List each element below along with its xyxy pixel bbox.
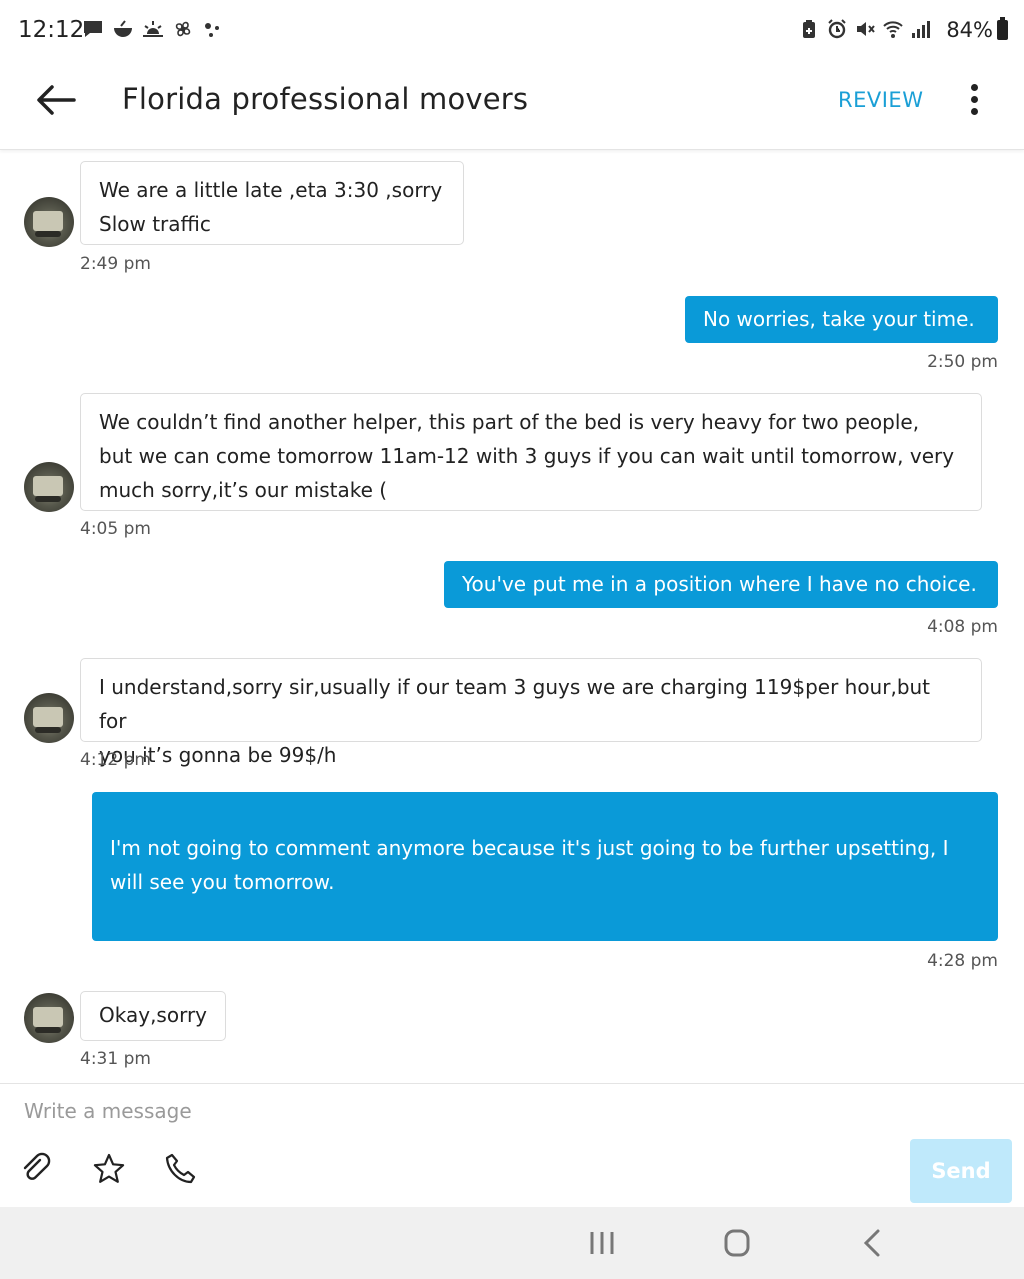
message-line: much sorry,it’s our mistake ( [99, 478, 388, 502]
back-button[interactable] [34, 82, 78, 118]
message-list[interactable]: We are a little late ,eta 3:30 ,sorry Sl… [0, 150, 1024, 1082]
message-timestamp: 2:49 pm [80, 254, 151, 274]
message-timestamp: 4:08 pm [927, 617, 998, 637]
message-timestamp: 4:05 pm [80, 519, 151, 539]
message-line: I understand,sorry sir,usually if our te… [99, 675, 931, 733]
sunrise-icon [142, 18, 164, 40]
app-bar: Florida professional movers REVIEW [0, 64, 1024, 150]
fan-icon [172, 18, 194, 40]
message-timestamp: 4:28 pm [927, 951, 998, 971]
message-input[interactable] [24, 1094, 884, 1128]
message-bubble-incoming[interactable]: We couldn’t find another helper, this pa… [80, 393, 982, 511]
message-timestamp: 4:31 pm [80, 1049, 151, 1069]
message-line: You've put me in a position where I have… [462, 572, 977, 596]
avatar[interactable] [24, 993, 74, 1043]
message-composer: Send [0, 1083, 1024, 1207]
status-notification-icons [82, 18, 224, 40]
message-icon [82, 18, 104, 40]
status-bar: 12:12 84% [0, 0, 1024, 64]
alarm-icon [826, 18, 848, 40]
message-bubble-incoming[interactable]: Okay,sorry [80, 991, 226, 1041]
message-timestamp: 2:50 pm [927, 352, 998, 372]
recent-apps-icon[interactable] [582, 1225, 622, 1261]
message-line: Okay,sorry [99, 1003, 208, 1027]
battery-indicator: 84% [946, 17, 1008, 42]
dots-icon [202, 18, 224, 40]
signal-icon [910, 18, 932, 40]
message-bubble-incoming[interactable]: We are a little late ,eta 3:30 ,sorry Sl… [80, 161, 464, 245]
message-line: you it’s gonna be 99$/h [99, 743, 337, 767]
status-system-icons [798, 18, 932, 40]
message-line: We are a little late ,eta 3:30 ,sorry [99, 178, 443, 202]
message-bubble-outgoing[interactable]: I'm not going to comment anymore because… [92, 792, 998, 941]
attach-icon[interactable] [20, 1152, 54, 1186]
message-line: will see you tomorrow. [110, 870, 335, 894]
star-icon[interactable] [92, 1152, 126, 1186]
message-line: I'm not going to comment anymore because… [110, 836, 949, 860]
status-time: 12:12 [18, 17, 85, 43]
page-title: Florida professional movers [122, 82, 529, 116]
message-line: Slow traffic [99, 212, 211, 236]
home-icon[interactable] [717, 1225, 757, 1261]
message-bubble-incoming[interactable]: I understand,sorry sir,usually if our te… [80, 658, 982, 767]
mute-icon [854, 18, 876, 40]
avatar[interactable] [24, 462, 74, 512]
arrow-left-icon [37, 85, 76, 115]
bowl-icon [112, 18, 134, 40]
review-button[interactable]: REVIEW [838, 88, 923, 112]
message-line: but we can come tomorrow 11am-12 with 3 … [99, 444, 955, 468]
message-timestamp: 4:12 pm [80, 750, 151, 770]
message-bubble-outgoing[interactable]: You've put me in a position where I have… [444, 561, 998, 608]
message-line: No worries, take your time. [703, 307, 975, 331]
system-navigation-bar [0, 1207, 1024, 1279]
battery-saver-icon [798, 18, 820, 40]
more-options-icon[interactable] [962, 80, 986, 120]
wifi-icon [882, 18, 904, 40]
battery-icon [997, 17, 1008, 40]
send-button[interactable]: Send [910, 1139, 1012, 1203]
nav-back-icon[interactable] [852, 1225, 892, 1261]
battery-percent: 84% [946, 18, 993, 42]
avatar[interactable] [24, 197, 74, 247]
phone-icon[interactable] [164, 1152, 198, 1186]
message-line: We couldn’t find another helper, this pa… [99, 410, 920, 434]
message-bubble-outgoing[interactable]: No worries, take your time. [685, 296, 998, 343]
avatar[interactable] [24, 693, 74, 743]
